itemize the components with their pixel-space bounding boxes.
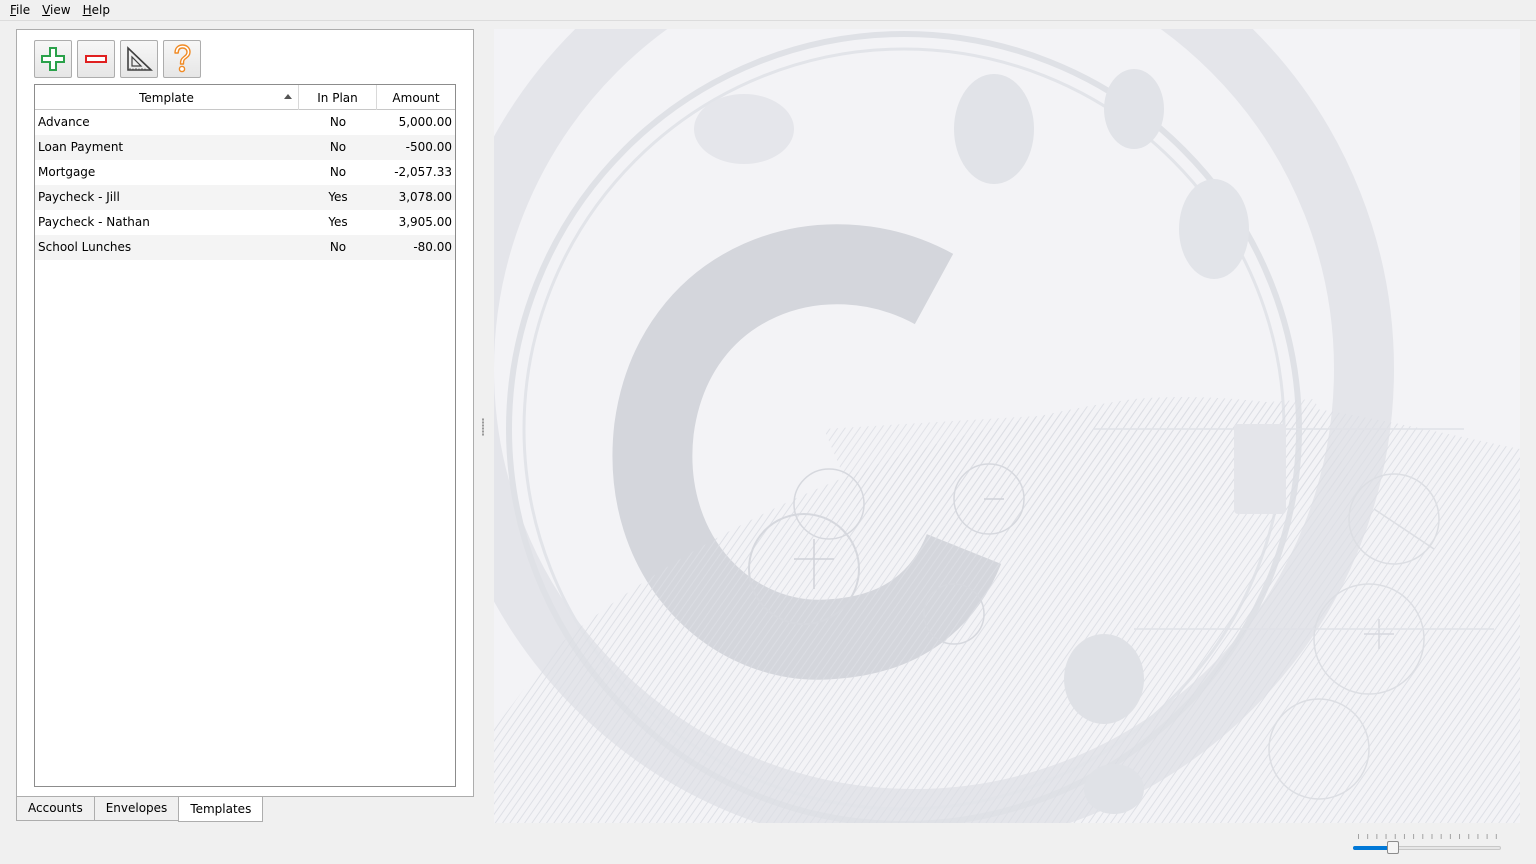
menu-view[interactable]: View (36, 0, 76, 21)
splitter-handle[interactable] (482, 418, 484, 436)
menu-file[interactable]: File (4, 0, 36, 21)
cell-amount: 3,078.00 (398, 190, 452, 204)
header-template-label: Template (139, 91, 194, 105)
table-row[interactable]: Paycheck - Jill Yes 3,078.00 (35, 185, 455, 210)
cell-template: Paycheck - Nathan (38, 215, 150, 229)
zoom-slider-handle[interactable] (1387, 841, 1399, 854)
menu-view-accel: V (42, 2, 51, 17)
templates-panel: Template In Plan Amount Advance No 5,000… (16, 29, 474, 797)
menu-file-label: ile (16, 2, 31, 17)
table-row[interactable]: Mortgage No -2,057.33 (35, 160, 455, 185)
cell-in-plan: No (329, 140, 347, 154)
cell-in-plan: No (329, 165, 347, 179)
cell-in-plan: Yes (328, 190, 348, 204)
bottom-tabs: Accounts Envelopes Templates (16, 797, 264, 822)
menu-help-label: elp (91, 2, 110, 17)
table-body: Advance No 5,000.00 Loan Payment No -500… (35, 110, 455, 260)
minus-icon (85, 55, 107, 63)
set-square-icon (127, 46, 153, 71)
menu-help-accel: H (82, 2, 92, 17)
cell-in-plan: Yes (328, 215, 348, 229)
cell-amount: 3,905.00 (398, 215, 452, 229)
zoom-slider[interactable] (1352, 832, 1502, 854)
tab-templates[interactable]: Templates (178, 797, 264, 822)
header-in-plan[interactable]: In Plan (299, 85, 377, 110)
tab-accounts[interactable]: Accounts (16, 797, 95, 821)
cell-template: Loan Payment (38, 140, 124, 154)
toolbar (34, 40, 201, 78)
cell-in-plan: No (329, 240, 347, 254)
zoom-slider-ticks (1358, 834, 1498, 839)
sort-ascending-icon (284, 94, 292, 99)
plus-icon (41, 47, 65, 71)
tab-envelopes[interactable]: Envelopes (93, 797, 180, 821)
cell-amount: -2,057.33 (394, 165, 452, 179)
cell-template: School Lunches (38, 240, 132, 254)
templates-table: Template In Plan Amount Advance No 5,000… (34, 84, 456, 787)
question-icon (174, 44, 191, 73)
cell-in-plan: No (329, 115, 347, 129)
add-template-button[interactable] (34, 40, 72, 78)
cell-template: Mortgage (38, 165, 96, 179)
help-button[interactable] (163, 40, 201, 78)
menu-help[interactable]: Help (77, 0, 116, 21)
cell-amount: -500.00 (405, 140, 452, 154)
table-row[interactable]: School Lunches No -80.00 (35, 235, 455, 260)
header-amount[interactable]: Amount (377, 85, 455, 110)
table-header: Template In Plan Amount (35, 85, 455, 110)
table-row[interactable]: Loan Payment No -500.00 (35, 135, 455, 160)
cell-amount: 5,000.00 (398, 115, 452, 129)
menu-view-label: iew (50, 2, 71, 17)
remove-template-button[interactable] (77, 40, 115, 78)
menu-bar: File View Help (0, 0, 1536, 21)
watermark-image (494, 29, 1520, 823)
cell-amount: -80.00 (413, 240, 452, 254)
cell-template: Paycheck - Jill (38, 190, 120, 204)
seal-watermark-icon (494, 29, 1520, 823)
table-row[interactable]: Paycheck - Nathan Yes 3,905.00 (35, 210, 455, 235)
cell-template: Advance (38, 115, 90, 129)
header-amount-label: Amount (392, 91, 440, 105)
table-row[interactable]: Advance No 5,000.00 (35, 110, 455, 135)
header-template[interactable]: Template (35, 85, 299, 110)
header-in-plan-label: In Plan (317, 91, 358, 105)
edit-template-button[interactable] (120, 40, 158, 78)
